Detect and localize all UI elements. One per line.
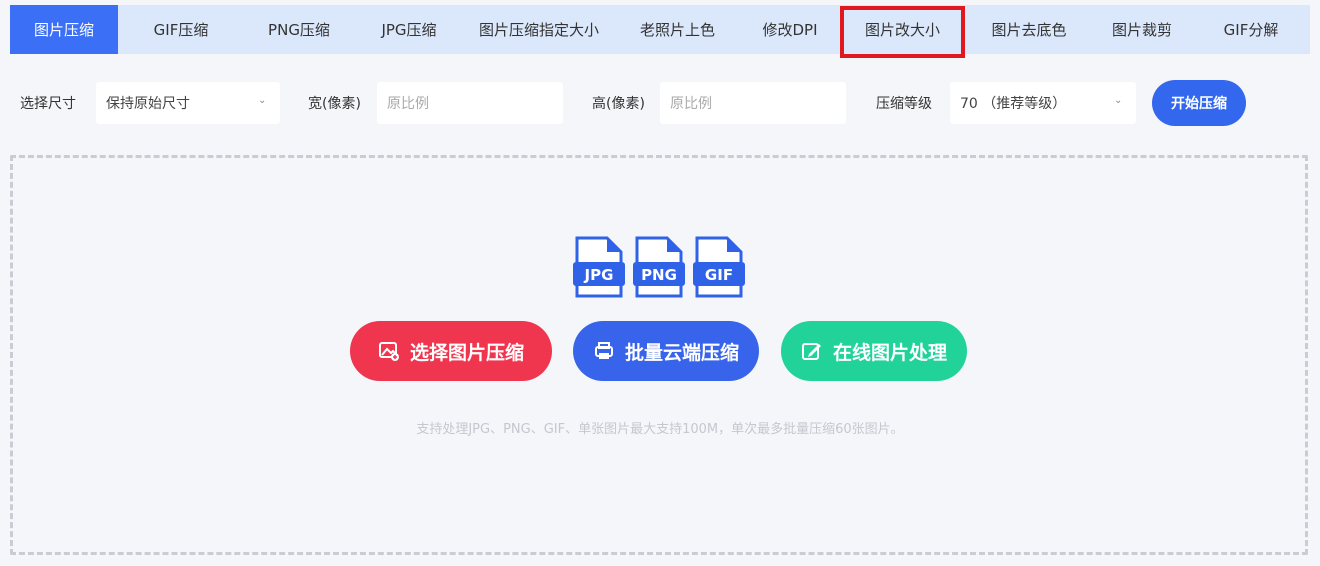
- tab-compress-to-size[interactable]: 图片压缩指定大小: [464, 5, 614, 54]
- batch-cloud-compress-label: 批量云端压缩: [624, 341, 739, 364]
- tab-resize-image[interactable]: 图片改大小: [839, 5, 966, 58]
- tab-jpg-compress[interactable]: JPG压缩: [354, 5, 464, 54]
- tab-colorize-old-photo[interactable]: 老照片上色: [614, 5, 741, 54]
- tab-image-compress[interactable]: 图片压缩: [10, 5, 118, 54]
- select-image-compress-button[interactable]: 选择图片压缩: [350, 321, 552, 381]
- level-select-value: 70 （推荐等级）: [960, 96, 1067, 112]
- width-label: 宽(像素): [308, 96, 361, 112]
- width-input-placeholder: 原比例: [387, 96, 429, 112]
- tool-tab-bar: 图片压缩 GIF压缩 PNG压缩 JPG压缩 图片压缩指定大小 老照片上色 修改…: [10, 5, 1310, 58]
- size-select-value: 保持原始尺寸: [106, 96, 190, 112]
- online-image-process-button[interactable]: 在线图片处理: [781, 321, 967, 381]
- tab-crop-image[interactable]: 图片裁剪: [1092, 5, 1192, 54]
- select-image-compress-label: 选择图片压缩: [409, 341, 524, 364]
- width-input[interactable]: 原比例: [377, 82, 563, 124]
- gif-file-icon: GIF: [693, 236, 745, 298]
- tab-gif-split[interactable]: GIF分解: [1192, 5, 1310, 54]
- png-file-icon: PNG: [633, 236, 685, 298]
- tab-png-compress[interactable]: PNG压缩: [244, 5, 354, 54]
- online-image-process-label: 在线图片处理: [832, 341, 947, 364]
- tab-modify-dpi[interactable]: 修改DPI: [741, 5, 839, 54]
- start-compress-button[interactable]: 开始压缩: [1152, 80, 1246, 126]
- level-select[interactable]: 70 （推荐等级） ⌄: [950, 82, 1136, 124]
- size-select[interactable]: 保持原始尺寸 ⌄: [96, 82, 280, 124]
- file-type-icons: JPG PNG GIF: [573, 236, 745, 298]
- batch-cloud-compress-button[interactable]: 批量云端压缩: [573, 321, 759, 381]
- edit-icon: [801, 343, 821, 360]
- height-input-placeholder: 原比例: [670, 96, 712, 112]
- size-label: 选择尺寸: [20, 96, 76, 112]
- tab-remove-background[interactable]: 图片去底色: [966, 5, 1092, 54]
- level-label: 压缩等级: [876, 96, 932, 112]
- upload-hint-text: 支持处理JPG、PNG、GIF、单张图片最大支持100M，单次最多批量压缩60张…: [416, 422, 904, 437]
- height-input[interactable]: 原比例: [660, 82, 846, 124]
- cloud-printer-icon: [594, 342, 613, 359]
- chevron-down-icon: ⌄: [258, 95, 267, 106]
- tab-gif-compress[interactable]: GIF压缩: [118, 5, 244, 54]
- jpg-file-icon: JPG: [573, 236, 625, 298]
- image-add-icon: [378, 342, 399, 361]
- options-row: 选择尺寸 保持原始尺寸 ⌄ 宽(像素) 原比例 高(像素) 原比例 压缩等级 7…: [0, 80, 1320, 128]
- height-label: 高(像素): [592, 96, 645, 112]
- chevron-down-icon: ⌄: [1114, 95, 1123, 106]
